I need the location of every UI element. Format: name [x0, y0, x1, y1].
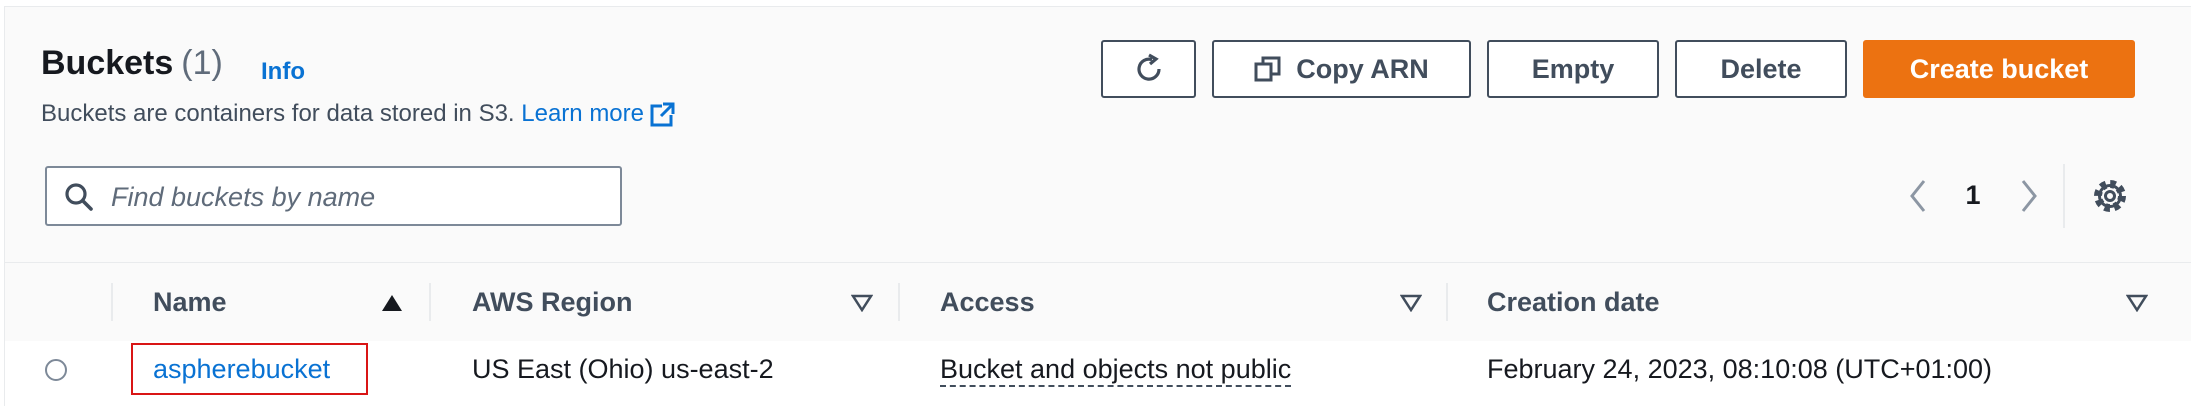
- column-header-access[interactable]: Access: [940, 287, 1035, 318]
- empty-button[interactable]: Empty: [1487, 40, 1659, 98]
- info-link[interactable]: Info: [261, 58, 305, 86]
- table-header: Name AWS Region Access Creation date: [5, 262, 2191, 342]
- delete-label: Delete: [1720, 53, 1802, 84]
- create-bucket-button[interactable]: Create bucket: [1863, 40, 2135, 98]
- bucket-count: (1): [181, 44, 223, 82]
- learn-more-link[interactable]: Learn more: [521, 100, 676, 127]
- column-divider: [898, 283, 900, 321]
- bucket-name-link[interactable]: aspherebucket: [153, 354, 330, 385]
- bucket-creation-date: February 24, 2023, 08:10:08 (UTC+01:00): [1487, 354, 1993, 384]
- panel-description: Buckets are containers for data stored i…: [41, 100, 676, 128]
- search-field[interactable]: [45, 166, 622, 226]
- search-icon: [65, 183, 93, 211]
- row-select-radio[interactable]: [45, 359, 67, 381]
- next-page-icon[interactable]: [2015, 178, 2043, 214]
- delete-button[interactable]: Delete: [1675, 40, 1847, 98]
- search-input[interactable]: [109, 176, 608, 218]
- column-divider: [429, 283, 431, 321]
- table-row: aspherebucket US East (Ohio) us-east-2 B…: [5, 341, 2191, 406]
- pagination-divider: [2063, 164, 2065, 228]
- gear-icon[interactable]: [2090, 176, 2130, 216]
- page-title: Buckets (1): [41, 44, 223, 83]
- sort-ascending-icon[interactable]: [381, 294, 403, 312]
- create-bucket-label: Create bucket: [1909, 53, 2089, 84]
- column-header-creation-date[interactable]: Creation date: [1487, 287, 1660, 318]
- sort-icon[interactable]: [2126, 294, 2148, 312]
- sort-icon[interactable]: [851, 294, 873, 312]
- sort-icon[interactable]: [1400, 294, 1422, 312]
- external-link-icon: [650, 102, 675, 127]
- refresh-icon: [1136, 53, 1161, 81]
- learn-more-label: Learn more: [521, 100, 644, 127]
- title-text: Buckets: [41, 44, 174, 82]
- column-divider: [111, 283, 113, 321]
- refresh-button[interactable]: [1101, 40, 1196, 98]
- copy-arn-button[interactable]: Copy ARN: [1212, 40, 1471, 98]
- column-divider: [1446, 283, 1448, 321]
- column-header-name[interactable]: Name: [153, 287, 227, 318]
- empty-label: Empty: [1531, 53, 1615, 84]
- current-page-number[interactable]: 1: [1958, 180, 1988, 211]
- copy-arn-label: Copy ARN: [1296, 53, 1429, 84]
- previous-page-icon[interactable]: [1904, 178, 1932, 214]
- bucket-region: US East (Ohio) us-east-2: [472, 354, 774, 384]
- copy-icon: [1254, 56, 1281, 82]
- bucket-access[interactable]: Bucket and objects not public: [940, 354, 1292, 387]
- description-text: Buckets are containers for data stored i…: [41, 100, 515, 127]
- column-header-region[interactable]: AWS Region: [472, 287, 633, 318]
